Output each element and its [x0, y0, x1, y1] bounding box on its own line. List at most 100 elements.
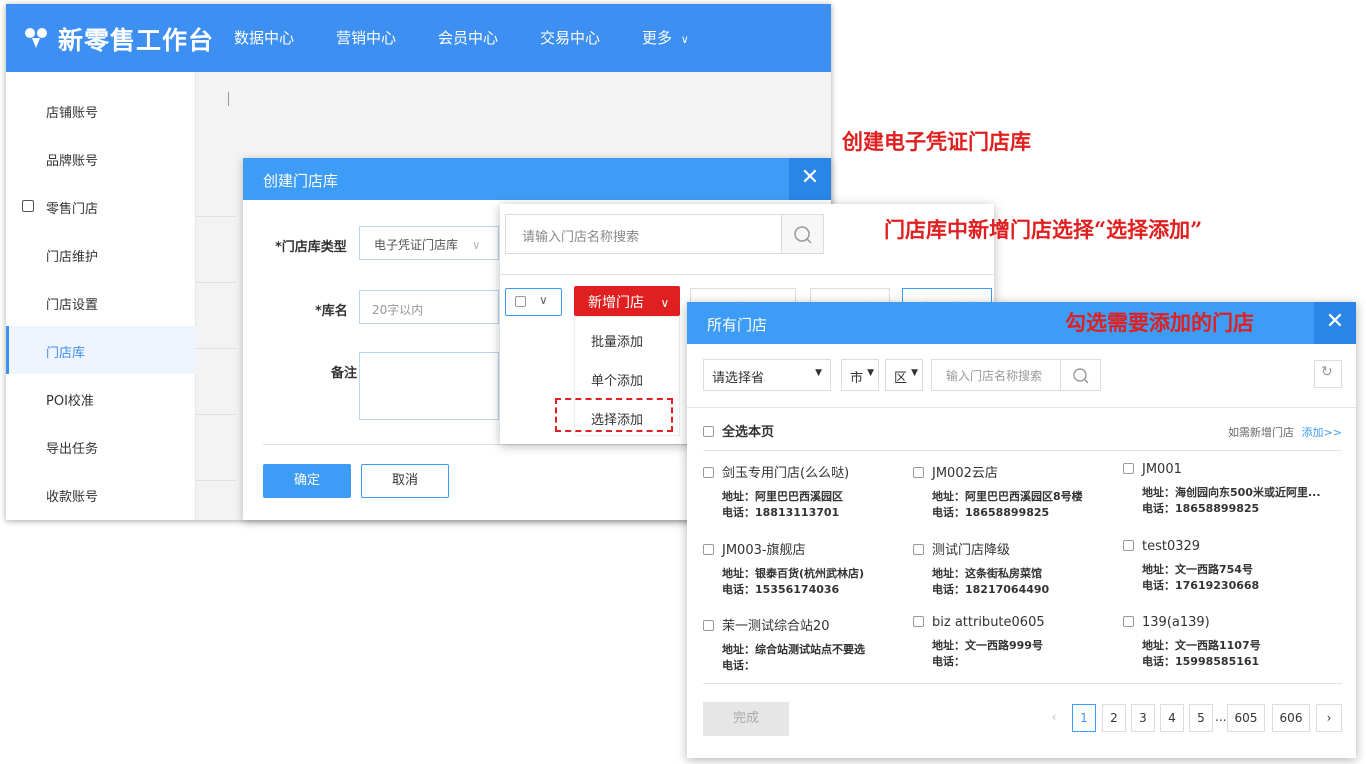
sidebar: 店铺账号 品牌账号 零售门店 门店维护 门店设置 门店库 POI校准 导出任务 …: [6, 72, 196, 520]
page-button[interactable]: 1: [1072, 704, 1096, 732]
add-store-button[interactable]: 新增门店 ∨: [574, 286, 680, 316]
checkbox[interactable]: [1123, 616, 1134, 627]
sidebar-item-label: 门店库: [46, 346, 86, 361]
app-title: 新零售工作台: [58, 26, 215, 55]
menu-item-single-add[interactable]: 单个添加: [591, 370, 643, 389]
sidebar-item-poi-calibrate[interactable]: POI校准: [6, 374, 196, 422]
store-card[interactable]: 测试门店降级 地址：这条街私房菜馆 电话：18217064490: [913, 539, 1123, 598]
store-card[interactable]: test0329 地址：文一西路754号 电话：17619230668: [1123, 539, 1333, 594]
store-phone: 电话：: [722, 659, 755, 672]
checkbox[interactable]: [1123, 540, 1134, 551]
page-button[interactable]: 3: [1131, 704, 1155, 732]
add-new-store-hint: 如需新增门店 添加>>: [1228, 424, 1342, 440]
chevron-down-icon: ∨: [471, 238, 481, 252]
store-address: 地址：海创园向东500米或近阿里...: [1142, 486, 1321, 499]
store-card[interactable]: biz attribute0605 地址：文一西路999号 电话：: [913, 615, 1123, 670]
sidebar-item-store-settings[interactable]: 门店设置: [6, 278, 196, 326]
nav-trade-center[interactable]: 交易中心: [540, 27, 600, 48]
checkbox[interactable]: [913, 544, 924, 555]
search-button[interactable]: [1061, 359, 1101, 391]
store-name: test0329: [1142, 539, 1201, 554]
top-navbar: 新零售工作台 数据中心 营销中心 会员中心 交易中心 更多 ∨: [6, 4, 831, 72]
name-input[interactable]: 20字以内: [359, 290, 499, 324]
store-icon: [22, 200, 34, 212]
sidebar-item-label: 店铺账号: [46, 106, 99, 121]
checkbox[interactable]: [703, 467, 714, 478]
store-card[interactable]: 茉一测试综合站20 地址：综合站测试站点不要选 电话：: [703, 615, 913, 674]
store-card[interactable]: JM001 地址：海创园向东500米或近阿里... 电话：18658899825: [1123, 462, 1333, 517]
store-card[interactable]: JM003-旗舰店 地址：银泰百货(杭州武林店) 电话：15356174036: [703, 539, 913, 598]
add-store-link[interactable]: 添加>>: [1302, 426, 1342, 439]
store-phone: 电话：18658899825: [1142, 502, 1260, 515]
annotation-select-add: 门店库中新增门店选择“选择添加”: [884, 217, 1203, 242]
chevron-down-icon: ∨: [539, 293, 548, 307]
nav-more[interactable]: 更多 ∨: [642, 27, 689, 48]
remark-textarea[interactable]: [359, 352, 499, 420]
page-ellipsis: ...: [1215, 704, 1226, 732]
province-select[interactable]: 请选择省 ▼: [703, 359, 831, 391]
caret-down-icon: ▼: [911, 368, 918, 378]
refresh-button[interactable]: ↻: [1314, 360, 1342, 388]
sidebar-item-label: POI校准: [46, 394, 94, 409]
chevron-down-icon: ∨: [660, 296, 670, 310]
sidebar-item-payment-account[interactable]: 收款账号: [6, 470, 196, 518]
store-search-input[interactable]: 请输入门店名称搜索: [505, 214, 782, 254]
store-address: 地址：阿里巴巴西溪园区8号楼: [932, 490, 1083, 503]
sidebar-item-brand-account[interactable]: 品牌账号: [6, 134, 196, 182]
store-name-search-input[interactable]: 输入门店名称搜索: [931, 359, 1061, 391]
city-select[interactable]: 市 ▼: [841, 359, 879, 391]
confirm-button[interactable]: 确定: [263, 464, 351, 498]
page-button[interactable]: 5: [1189, 704, 1213, 732]
type-select-value: 电子凭证门店库: [374, 238, 459, 252]
prev-page-icon[interactable]: ‹: [1042, 704, 1066, 732]
sidebar-item-export-tasks[interactable]: 导出任务: [6, 422, 196, 470]
store-card[interactable]: 139(a139) 地址：文一西路1107号 电话：15998585161: [1123, 615, 1333, 670]
divider: [500, 274, 994, 275]
sidebar-group-retail-stores[interactable]: 零售门店: [6, 182, 196, 230]
next-page-icon[interactable]: ›: [1316, 704, 1342, 732]
done-button[interactable]: 完成: [703, 702, 789, 736]
search-button[interactable]: [782, 214, 824, 254]
checkbox[interactable]: [913, 467, 924, 478]
close-icon[interactable]: ✕: [789, 158, 831, 200]
store-name: JM002云店: [932, 466, 998, 481]
store-card[interactable]: JM002云店 地址：阿里巴巴西溪园区8号楼 电话：18658899825: [913, 462, 1123, 521]
store-phone: 电话：15998585161: [1142, 655, 1260, 668]
select-all-dropdown[interactable]: ∨: [505, 288, 562, 316]
dialog-title: 创建门店库: [263, 172, 339, 190]
page-button[interactable]: 605: [1227, 704, 1265, 732]
sidebar-item-store-account[interactable]: 店铺账号: [6, 86, 196, 134]
store-name: JM003-旗舰店: [722, 543, 806, 558]
nav-member-center[interactable]: 会员中心: [438, 27, 498, 48]
checkbox[interactable]: [913, 616, 924, 627]
district-select[interactable]: 区 ▼: [885, 359, 923, 391]
close-icon[interactable]: ✕: [1314, 302, 1356, 344]
store-name: 测试门店降级: [932, 543, 1011, 558]
store-phone: 电话：18813113701: [722, 506, 840, 519]
logo-icon: [25, 28, 47, 48]
page-button[interactable]: 606: [1272, 704, 1310, 732]
highlight-box: [555, 398, 673, 432]
select-all-label: 全选本页: [722, 425, 775, 440]
checkbox[interactable]: [703, 426, 714, 437]
type-select[interactable]: 电子凭证门店库 ∨: [359, 226, 499, 260]
checkbox[interactable]: [703, 544, 714, 555]
divider: [196, 480, 236, 481]
store-address: 地址：文一西路1107号: [1142, 639, 1261, 652]
divider: [196, 348, 236, 349]
sidebar-item-store-maintain[interactable]: 门店维护: [6, 230, 196, 278]
sidebar-item-store-library[interactable]: 门店库: [6, 326, 196, 374]
nav-data-center[interactable]: 数据中心: [234, 27, 294, 48]
select-all-checkbox[interactable]: 全选本页: [703, 421, 774, 440]
divider: [703, 683, 1342, 684]
page-button[interactable]: 2: [1102, 704, 1126, 732]
store-card[interactable]: 剑玉专用门店(么么哒) 地址：阿里巴巴西溪园区 电话：18813113701: [703, 462, 913, 521]
dialog-header: 创建门店库 ✕: [243, 158, 831, 200]
nav-marketing-center[interactable]: 营销中心: [336, 27, 396, 48]
page-button[interactable]: 4: [1160, 704, 1184, 732]
checkbox[interactable]: [703, 620, 714, 631]
menu-item-batch-add[interactable]: 批量添加: [591, 331, 643, 350]
cancel-button[interactable]: 取消: [361, 464, 449, 498]
checkbox[interactable]: [515, 296, 526, 307]
checkbox[interactable]: [1123, 463, 1134, 474]
